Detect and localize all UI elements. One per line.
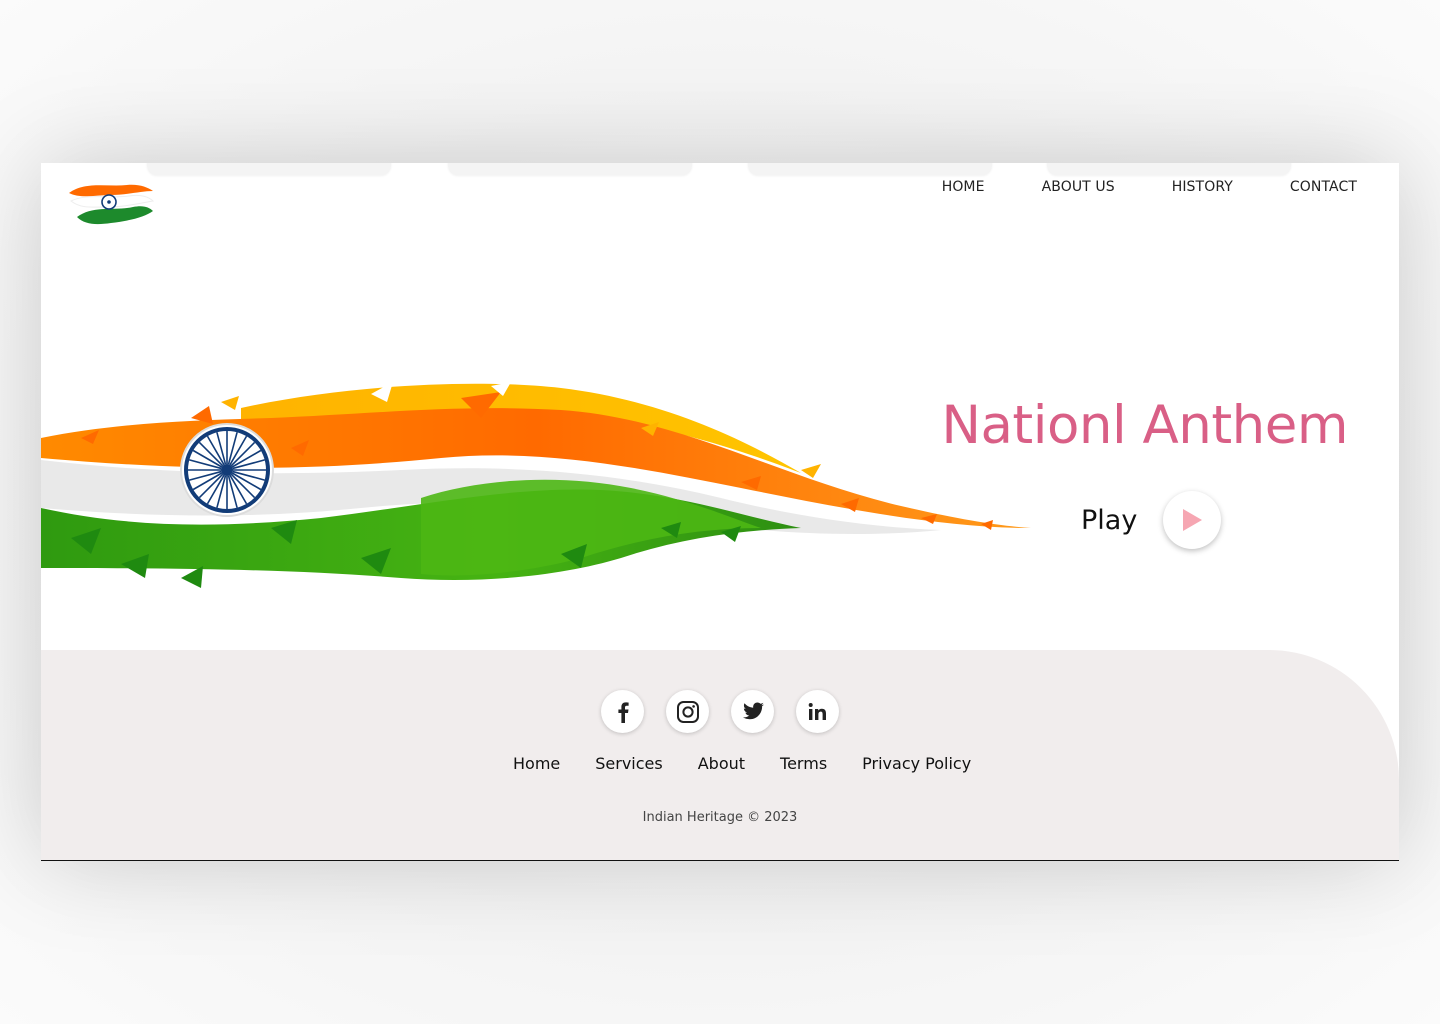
- nav-history[interactable]: HISTORY: [1172, 179, 1233, 195]
- ghost-tab: [147, 163, 391, 175]
- tricolor-wave-illustration: [41, 382, 1031, 588]
- nav-about-us[interactable]: ABOUT US: [1042, 179, 1115, 195]
- footer-nav: Home Services About Terms Privacy Policy: [513, 754, 971, 773]
- copyright-text: Indian Heritage © 2023: [642, 810, 798, 825]
- linkedin-icon: [808, 702, 826, 720]
- india-flag-logo[interactable]: [67, 179, 157, 227]
- play-icon: [1183, 509, 1203, 531]
- nav-contact[interactable]: CONTACT: [1290, 179, 1357, 195]
- facebook-icon: [617, 701, 629, 723]
- ghost-tab: [1047, 163, 1291, 175]
- social-links: [601, 690, 839, 733]
- ashoka-chakra: [180, 423, 274, 517]
- hero-title: Nationl Anthem: [941, 395, 1348, 456]
- footer-link-about[interactable]: About: [698, 754, 745, 773]
- footer-link-services[interactable]: Services: [595, 754, 662, 773]
- twitter-link[interactable]: [731, 690, 774, 733]
- instagram-icon: [676, 700, 699, 723]
- play-control: Play: [1081, 491, 1222, 549]
- website-frame: HOME ABOUT US HISTORY CONTACT Nationl An…: [41, 163, 1399, 861]
- ghost-tab: [748, 163, 992, 175]
- footer-link-terms[interactable]: Terms: [780, 754, 827, 773]
- facebook-link[interactable]: [601, 690, 644, 733]
- footer-link-privacy-policy[interactable]: Privacy Policy: [862, 754, 971, 773]
- main-nav: HOME ABOUT US HISTORY CONTACT: [942, 179, 1357, 195]
- instagram-link[interactable]: [666, 690, 709, 733]
- nav-home[interactable]: HOME: [942, 179, 985, 195]
- play-button[interactable]: [1163, 491, 1222, 549]
- twitter-icon: [742, 701, 764, 719]
- linkedin-link[interactable]: [796, 690, 839, 733]
- play-label: Play: [1081, 504, 1138, 536]
- site-footer: Home Services About Terms Privacy Policy…: [41, 650, 1399, 860]
- footer-link-home[interactable]: Home: [513, 754, 560, 773]
- ghost-tab: [448, 163, 692, 175]
